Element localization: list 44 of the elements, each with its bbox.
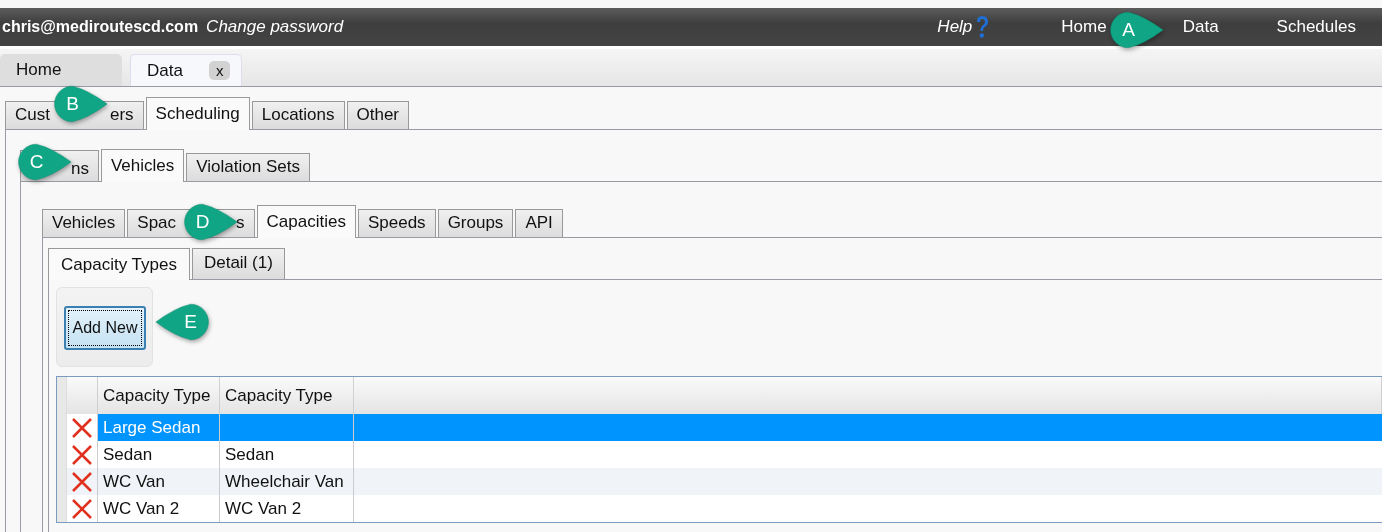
add-new-button[interactable]: Add New <box>64 306 146 350</box>
table-row[interactable]: WC Van 2 WC Van 2 <box>57 495 1382 522</box>
row-indicator <box>57 495 67 522</box>
tab[interactable]: Capacity Types <box>48 248 190 280</box>
nav-link[interactable]: Data <box>1182 17 1219 37</box>
document-tab[interactable]: Home <box>0 54 122 86</box>
tab-label: Data <box>147 60 183 81</box>
table-cell: Wheelchair Van <box>225 471 344 492</box>
close-button[interactable]: x <box>208 61 231 80</box>
tab[interactable]: Vehicles <box>100 149 185 182</box>
nav-link[interactable]: Schedules <box>1276 17 1356 37</box>
callout-tooltip: C <box>16 142 72 182</box>
tab[interactable]: Violation Sets <box>186 153 310 181</box>
callout-tooltip: D <box>182 202 238 242</box>
tab[interactable]: Capacities <box>256 205 356 238</box>
table-cell: WC Van <box>103 471 166 492</box>
tab[interactable]: Speeds <box>357 209 436 237</box>
delete-icon[interactable] <box>71 444 93 465</box>
table-cell: Sedan <box>225 444 275 465</box>
table-row[interactable]: WC Van Wheelchair Van <box>57 468 1382 495</box>
table-cell: WC Van 2 <box>225 498 302 519</box>
tab[interactable]: Detail (1) <box>191 248 285 279</box>
tab[interactable]: API <box>515 209 563 237</box>
table-cell: Sedan <box>103 444 153 465</box>
delete-icon[interactable] <box>71 417 93 438</box>
document-tab[interactable]: Data x <box>130 54 242 86</box>
tab[interactable]: Groups <box>437 209 514 237</box>
callout-tooltip: E <box>155 302 211 342</box>
callout-tooltip: B <box>52 84 108 124</box>
tab[interactable]: Vehicles <box>42 209 126 237</box>
table-cell: WC Van 2 <box>103 498 180 519</box>
delete-icon[interactable] <box>71 498 93 519</box>
tab-label: Home <box>16 60 62 80</box>
change-password-link[interactable]: Change password <box>206 17 344 37</box>
tab[interactable]: Locations <box>251 101 345 129</box>
row-indicator <box>57 377 67 414</box>
nav-link[interactable]: Home <box>1061 17 1107 37</box>
tab[interactable]: Scheduling <box>145 97 250 130</box>
callout-tooltip: A <box>1108 10 1164 50</box>
user-email: chris@mediroutescd.com <box>2 18 199 36</box>
help-link[interactable]: Help <box>937 17 973 37</box>
delete-icon[interactable] <box>71 471 93 492</box>
table-cell: Large Sedan <box>103 417 201 438</box>
tab[interactable]: Other <box>346 101 410 129</box>
